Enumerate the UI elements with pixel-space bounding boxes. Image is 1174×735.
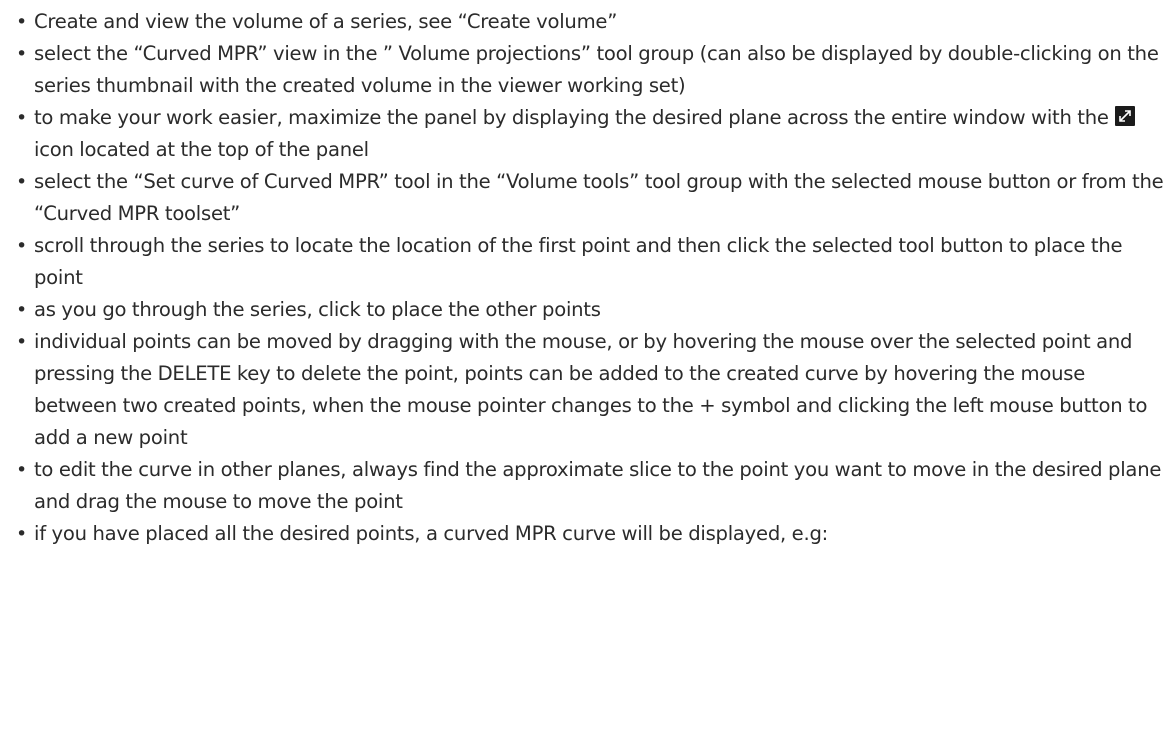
bullet-icon: • [16,331,27,353]
step-text: select the “Set curve of Curved MPR” too… [34,170,1164,225]
step-text: if you have placed all the desired point… [34,522,829,545]
list-item: • as you go through the series, click to… [14,294,1166,326]
list-item: • scroll through the series to locate th… [14,230,1166,294]
maximize-icon [1115,106,1136,126]
list-item: • to edit the curve in other planes, alw… [14,454,1166,518]
step-text: individual points can be moved by draggi… [34,330,1148,449]
bullet-icon: • [16,11,27,33]
document-body: • Create and view the volume of a series… [0,0,1174,735]
instruction-list: • Create and view the volume of a series… [14,6,1166,550]
list-item: • individual points can be moved by drag… [14,326,1166,454]
step-text: Create and view the volume of a series, … [34,10,618,33]
bullet-icon: • [16,107,27,129]
bullet-icon: • [16,171,27,193]
list-item: • Create and view the volume of a series… [14,6,1166,38]
list-item: • select the “Set curve of Curved MPR” t… [14,166,1166,230]
bullet-icon: • [16,459,27,481]
list-item: • select the “Curved MPR” view in the ” … [14,38,1166,102]
step-text: as you go through the series, click to p… [34,298,601,321]
bullet-icon: • [16,299,27,321]
bullet-icon: • [16,523,27,545]
step-text: scroll through the series to locate the … [34,234,1123,289]
step-text-after-icon: icon located at the top of the panel [34,138,369,161]
step-text: select the “Curved MPR” view in the ” Vo… [34,42,1159,97]
step-text: to edit the curve in other planes, alway… [34,458,1162,513]
list-item: • to make your work easier, maximize the… [14,102,1166,166]
step-text-before-icon: to make your work easier, maximize the p… [34,106,1115,129]
bullet-icon: • [16,235,27,257]
list-item: • if you have placed all the desired poi… [14,518,1166,550]
bullet-icon: • [16,43,27,65]
